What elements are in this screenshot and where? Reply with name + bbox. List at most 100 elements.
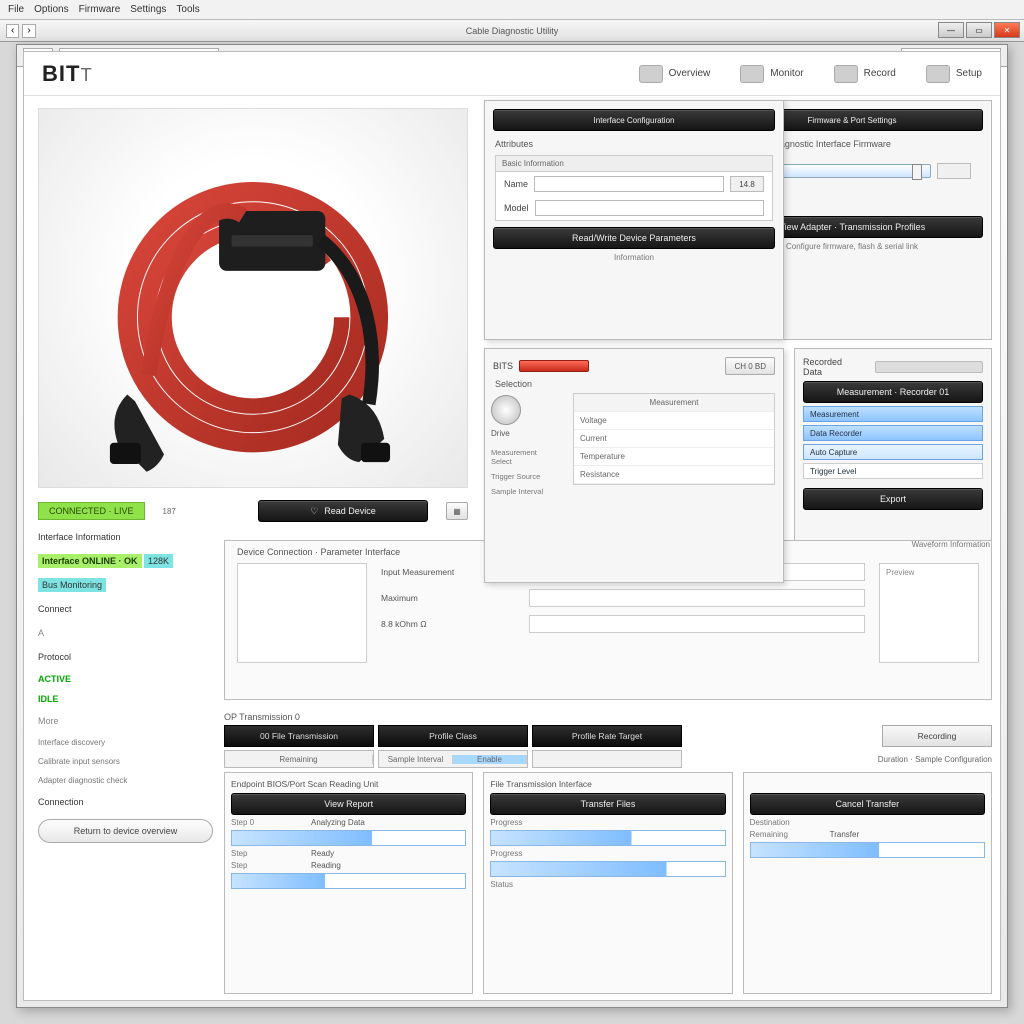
card-transfer: File Transmission Interface Transfer Fil… [483, 772, 732, 994]
view-report-button[interactable]: View Report [231, 793, 466, 815]
return-overview-button[interactable]: Return to device overview [38, 819, 213, 843]
export-button[interactable]: Export [803, 488, 983, 510]
tab-file-transmission[interactable]: 00 File Transmission [224, 725, 374, 747]
sidebar-status-online: Interface ONLINE · OK [38, 554, 142, 568]
config-name-input[interactable] [534, 176, 724, 192]
brand-logo: BITT [42, 61, 93, 87]
list-item[interactable]: Temperature [574, 448, 774, 466]
menu-firmware[interactable]: Firmware [79, 4, 121, 15]
tab-overview[interactable]: Overview [639, 65, 711, 83]
config-row1-label: Name [504, 179, 528, 189]
config-panel: Interface Configuration Attributes Basic… [484, 100, 784, 340]
tab-record[interactable]: Record [834, 65, 896, 83]
card-transfer-title: File Transmission Interface [490, 779, 725, 789]
window-close-button[interactable]: ✕ [994, 22, 1020, 38]
content-area: BITT Overview Monitor Record Setup [23, 51, 1001, 1001]
bottom-cards: Endpoint BIOS/Port Scan Reading Unit Vie… [224, 772, 992, 994]
config-caption: Information [485, 249, 783, 266]
read-device-button[interactable]: ♡ Read Device [258, 500, 428, 522]
status-count: 187 [163, 507, 176, 516]
subtab-1[interactable]: Remaining [224, 750, 374, 768]
opt-f3-label: 8.8 kOhm Ω [381, 619, 521, 629]
opt-f3-input[interactable] [529, 615, 865, 633]
window-minimize-button[interactable]: — [938, 22, 964, 38]
menu-options[interactable]: Options [34, 4, 68, 15]
window-title: Cable Diagnostic Utility [466, 26, 559, 36]
tab-setup[interactable]: Setup [926, 65, 982, 83]
transfer-progress-2 [490, 861, 725, 877]
measurement-list: Measurement Voltage Current Temperature … [573, 393, 775, 485]
list-item[interactable]: Resistance [574, 466, 774, 484]
subtab-2[interactable]: Sample IntervalEnable [378, 750, 528, 768]
window-maximize-button[interactable]: ▭ [966, 22, 992, 38]
list-item[interactable]: Current [574, 430, 774, 448]
cancel-progress [750, 842, 985, 858]
sidebar-info-label: Interface Information [38, 530, 213, 544]
sidebar-status-bus: Bus Monitoring [38, 578, 106, 592]
profile-tabbar: OP Transmission 0 00 File Transmission P… [224, 712, 992, 756]
scan-progress-1 [231, 830, 466, 846]
os-menubar: File Options Firmware Settings Tools [0, 0, 1024, 20]
menu-tools[interactable]: Tools [176, 4, 199, 15]
tab-profile-class[interactable]: Profile Class [378, 725, 528, 747]
card-scan-title: Endpoint BIOS/Port Scan Reading Unit [231, 779, 466, 789]
sidebar-active: ACTIVE [38, 674, 71, 684]
subtab-right-caption: Duration · Sample Configuration [878, 755, 992, 764]
nav-back-button[interactable]: ‹ [6, 24, 19, 38]
recorder-item-1[interactable]: Measurement [803, 406, 983, 422]
menu-settings[interactable]: Settings [130, 4, 166, 15]
mon1-label: BITS [493, 361, 513, 371]
cancel-transfer-button[interactable]: Cancel Transfer [750, 793, 985, 815]
sidebar-col-a: A [38, 626, 213, 640]
sidebar-item-connect[interactable]: Connect [38, 602, 213, 616]
options-preview-caption: Preview [886, 568, 914, 577]
config-model-input[interactable] [535, 200, 764, 216]
recorder-level [875, 361, 983, 373]
knob-icon[interactable] [491, 395, 521, 425]
sidebar-more-2[interactable]: Calibrate input sensors [38, 757, 213, 766]
recorder-header: Measurement · Recorder 01 [803, 381, 983, 403]
recorder-item-2[interactable]: Data Recorder [803, 425, 983, 441]
nav-forward-button[interactable]: › [22, 24, 35, 38]
recorder-item-4[interactable]: Trigger Level [803, 463, 983, 479]
mon1-b: Trigger Source [491, 472, 559, 481]
subtab-3[interactable] [532, 750, 682, 768]
mon1-a: Measurement Select [491, 448, 559, 466]
sidebar-item-protocol[interactable]: Protocol [38, 650, 213, 664]
product-image [38, 108, 468, 488]
recorder-item-3[interactable]: Auto Capture [803, 444, 983, 460]
level-indicator [519, 360, 589, 372]
grid-icon[interactable]: ▦ [446, 502, 468, 520]
slider-thumb-icon[interactable] [912, 164, 922, 180]
card-cancel: Cancel Transfer Destination RemainingTra… [743, 772, 992, 994]
window-titlebar: ‹ › Cable Diagnostic Utility — ▭ ✕ [0, 20, 1024, 42]
sidebar-more-1[interactable]: Interface discovery [38, 738, 213, 747]
transfer-progress-1 [490, 830, 725, 846]
mon1-knob-label: Drive [491, 429, 559, 438]
config-rw-button[interactable]: Read/Write Device Parameters [493, 227, 775, 249]
opt-f2-input[interactable] [529, 589, 865, 607]
app-window: Devices \ Diagnostic Interface BITT Over… [16, 44, 1008, 1008]
config-row2-label: Model [504, 203, 529, 213]
scan-progress-2 [231, 873, 466, 889]
menu-file[interactable]: File [8, 4, 24, 15]
list-item[interactable]: Voltage [574, 412, 774, 430]
tab-monitor[interactable]: Monitor [740, 65, 803, 83]
mon1-c: Sample Interval [491, 487, 559, 496]
side-caption: Waveform Information [912, 540, 990, 549]
mon2-sub: Recorded Data [803, 357, 863, 377]
transfer-files-button[interactable]: Transfer Files [490, 793, 725, 815]
tab-recording[interactable]: Recording [882, 725, 992, 747]
sidebar-status-rate: 128K [144, 554, 173, 568]
tab-profile-rate[interactable]: Profile Rate Target [532, 725, 682, 747]
record-icon [834, 65, 858, 83]
sidebar-item-connection[interactable]: Connection [38, 795, 213, 809]
config-subhead: Attributes [485, 139, 783, 149]
channel-chip[interactable]: CH 0 BD [725, 357, 775, 375]
gear-icon [926, 65, 950, 83]
heart-icon: ♡ [310, 506, 318, 517]
sidebar-more-3[interactable]: Adapter diagnostic check [38, 776, 213, 785]
baudrate-value [937, 163, 971, 179]
options-preview: Preview [879, 563, 979, 663]
config-row1-value: 14.8 [730, 176, 764, 192]
